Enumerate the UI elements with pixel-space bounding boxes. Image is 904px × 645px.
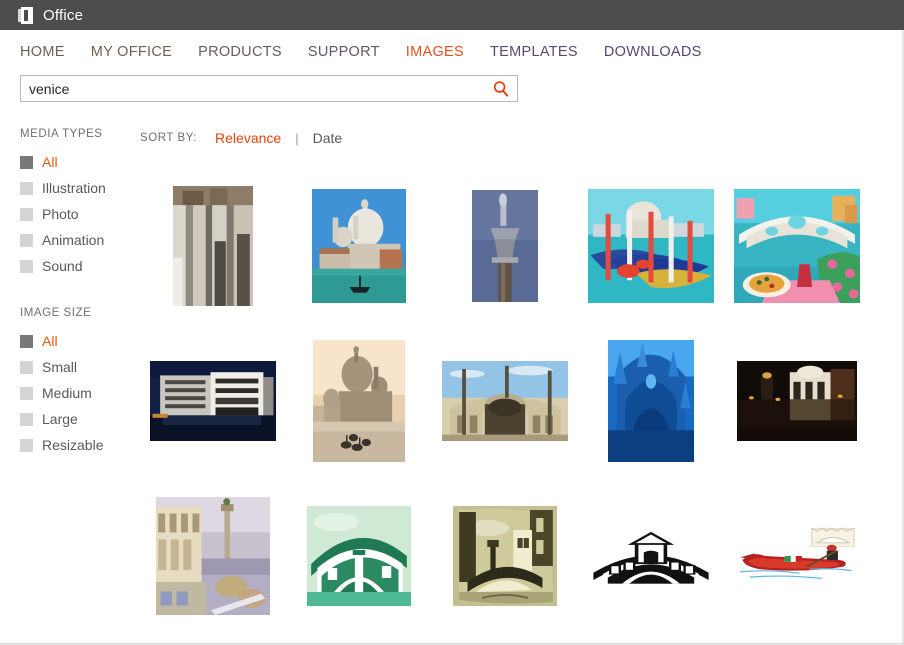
result-thumbnail-red-gondola-clipart[interactable] xyxy=(724,486,870,626)
facet-group-image-size: IMAGE SIZE All Small Medium Large Resizable xyxy=(20,307,140,458)
facet-media-sound[interactable]: Sound xyxy=(20,253,140,279)
facet-label: All xyxy=(42,155,58,169)
facet-label: Small xyxy=(42,360,77,374)
checkbox-icon[interactable] xyxy=(20,234,33,247)
sort-option-relevance[interactable]: Relevance xyxy=(215,130,281,146)
results-grid xyxy=(140,168,902,633)
search-button[interactable] xyxy=(489,78,513,100)
facet-image-medium[interactable]: Medium xyxy=(20,380,140,406)
sort-bar: SORT BY: Relevance | Date xyxy=(140,128,902,148)
facet-group-media-types: MEDIA TYPES All Illustration Photo Animation… xyxy=(20,128,140,279)
facet-label: Medium xyxy=(42,386,92,400)
result-thumbnail-piazzetta-watercolor-clipart[interactable] xyxy=(140,486,286,626)
facet-image-small[interactable]: Small xyxy=(20,354,140,380)
office-images-page: Office HOME MY OFFICE PRODUCTS SUPPORT IMAGE… xyxy=(0,0,904,645)
page-frame: HOME MY OFFICE PRODUCTS SUPPORT IMAGES TEMPLA… xyxy=(0,30,904,645)
facet-label: Resizable xyxy=(42,438,103,452)
title-bar: Office xyxy=(0,0,904,30)
checkbox-checked-icon[interactable] xyxy=(20,335,33,348)
result-thumbnail-rialto-bridge-pizza-painting[interactable] xyxy=(724,176,870,316)
checkbox-icon[interactable] xyxy=(20,361,33,374)
search-box[interactable] xyxy=(20,75,518,102)
facet-label: Animation xyxy=(42,233,104,247)
result-thumbnail-rialto-bridge-bw-clipart[interactable] xyxy=(578,486,724,626)
result-thumbnail-salute-sunset-gondolas-photo[interactable] xyxy=(286,331,432,471)
result-thumbnail-doges-palace-columns-photo[interactable] xyxy=(140,176,286,316)
result-thumbnail-basilica-blue-detail-photo[interactable] xyxy=(578,331,724,471)
checkbox-icon[interactable] xyxy=(20,260,33,273)
result-thumbnail-santa-maria-salute-day-photo[interactable] xyxy=(286,176,432,316)
result-thumbnail-canal-bridge-olive-clipart[interactable] xyxy=(432,486,578,626)
facet-label: Large xyxy=(42,412,78,426)
result-thumbnail-saint-marks-basilica-day-photo[interactable] xyxy=(432,331,578,471)
facet-group-title: MEDIA TYPES xyxy=(20,128,140,140)
facet-media-animation[interactable]: Animation xyxy=(20,227,140,253)
results-row xyxy=(140,168,902,323)
facet-image-all[interactable]: All xyxy=(20,328,140,354)
brand-label: Office xyxy=(43,8,83,23)
content-area: MEDIA TYPES All Illustration Photo Animation… xyxy=(0,102,902,633)
results-row xyxy=(140,323,902,478)
sort-separator: | xyxy=(295,131,298,146)
sort-option-date[interactable]: Date xyxy=(313,130,343,146)
result-thumbnail-ca-doro-palace-night-photo[interactable] xyxy=(140,331,286,471)
nav-item-templates[interactable]: TEMPLATES xyxy=(490,44,578,60)
facet-image-large[interactable]: Large xyxy=(20,406,140,432)
facet-label: All xyxy=(42,334,58,348)
checkbox-icon[interactable] xyxy=(20,439,33,452)
facet-label: Illustration xyxy=(42,181,106,195)
facet-label: Photo xyxy=(42,207,79,221)
search-input[interactable] xyxy=(21,76,481,101)
nav-item-support[interactable]: SUPPORT xyxy=(308,44,380,60)
nav-item-images[interactable]: IMAGES xyxy=(406,44,464,60)
facet-media-illustration[interactable]: Illustration xyxy=(20,175,140,201)
office-document-icon xyxy=(18,7,35,24)
checkbox-icon[interactable] xyxy=(20,208,33,221)
nav-item-home[interactable]: HOME xyxy=(20,44,65,60)
result-thumbnail-saint-marks-square-night-photo[interactable] xyxy=(724,331,870,471)
result-thumbnail-gondolas-painting[interactable] xyxy=(578,176,724,316)
results-row xyxy=(140,478,902,633)
facet-media-all[interactable]: All xyxy=(20,149,140,175)
search-icon xyxy=(492,80,510,98)
results-pane: SORT BY: Relevance | Date xyxy=(140,128,902,633)
result-thumbnail-rialto-bridge-green-clipart[interactable] xyxy=(286,486,432,626)
filters-sidebar: MEDIA TYPES All Illustration Photo Animation… xyxy=(0,128,140,633)
facet-group-title: IMAGE SIZE xyxy=(20,307,140,319)
nav-item-products[interactable]: PRODUCTS xyxy=(198,44,282,60)
checkbox-icon[interactable] xyxy=(20,413,33,426)
facet-label: Sound xyxy=(42,259,82,273)
search-row xyxy=(0,60,902,102)
checkbox-checked-icon[interactable] xyxy=(20,156,33,169)
result-thumbnail-saint-theodore-column-photo[interactable] xyxy=(432,176,578,316)
nav-item-my-office[interactable]: MY OFFICE xyxy=(91,44,172,60)
sort-by-label: SORT BY: xyxy=(140,132,197,144)
primary-navigation: HOME MY OFFICE PRODUCTS SUPPORT IMAGES TEMPLA… xyxy=(0,30,902,60)
facet-image-resizable[interactable]: Resizable xyxy=(20,432,140,458)
facet-media-photo[interactable]: Photo xyxy=(20,201,140,227)
checkbox-icon[interactable] xyxy=(20,387,33,400)
nav-item-downloads[interactable]: DOWNLOADS xyxy=(604,44,702,60)
checkbox-icon[interactable] xyxy=(20,182,33,195)
